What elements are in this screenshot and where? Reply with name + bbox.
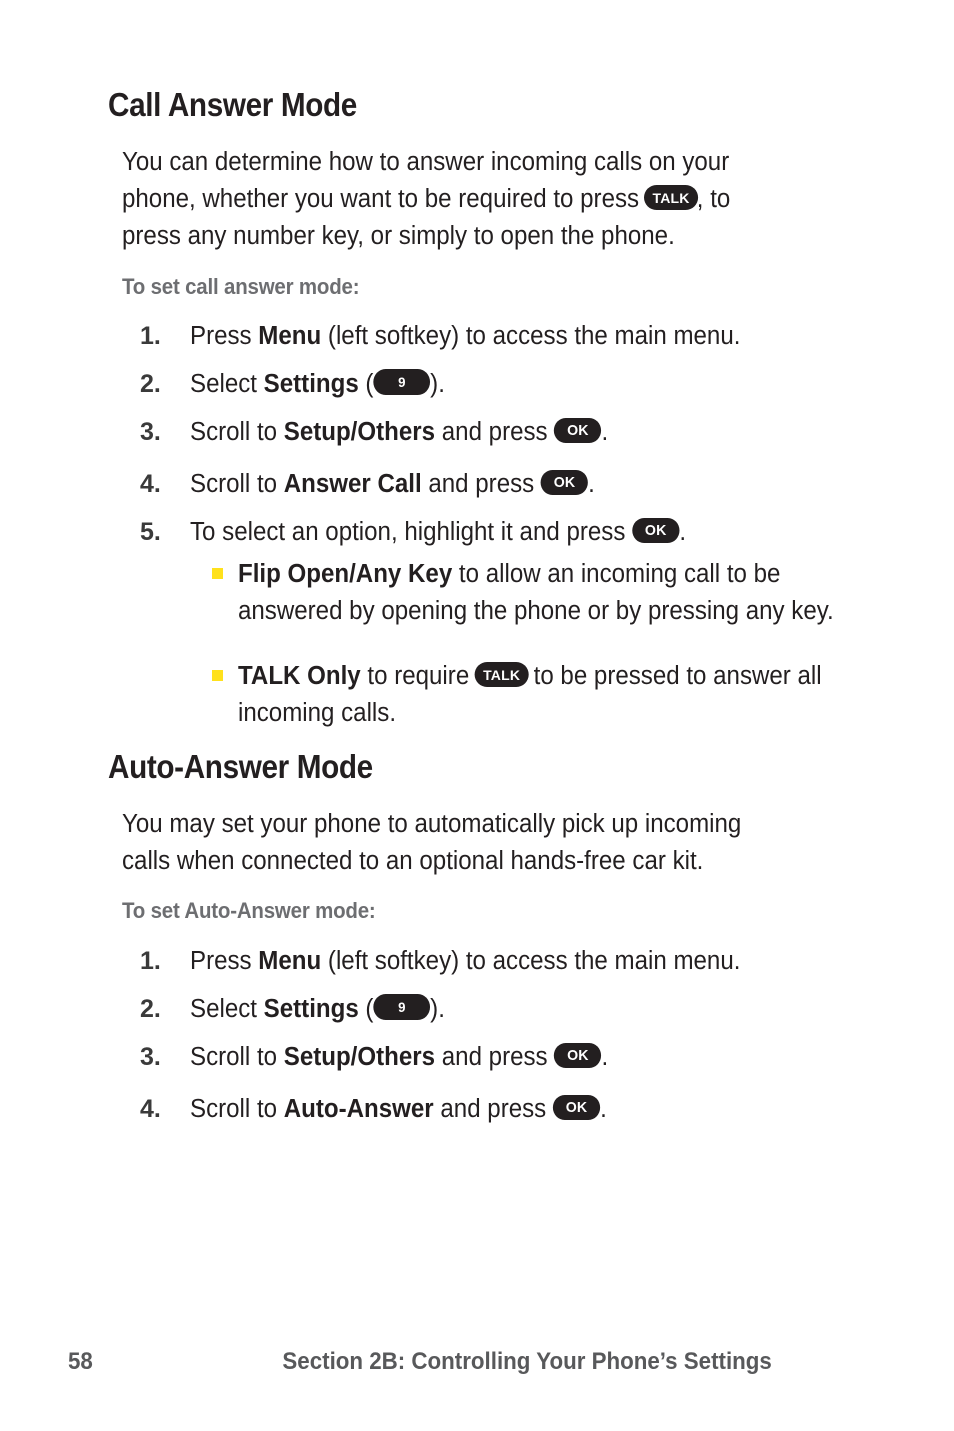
ok-key-icon: OK	[552, 1094, 601, 1120]
list-item-number: 1.	[140, 322, 161, 350]
step-text-lead: Press	[190, 322, 259, 350]
step-bold-term: Answer Call	[283, 470, 422, 498]
nine-key-icon: 9	[373, 369, 431, 396]
section-heading-auto-answer-mode: Auto-Answer Mode	[108, 748, 373, 785]
step-text-lead: Press	[190, 947, 259, 975]
list-item: TALK Only to require TALK to be pressed …	[212, 658, 872, 732]
step-bold-term: Settings	[263, 370, 359, 398]
step-text-lead: Scroll to	[190, 470, 284, 498]
step-bold-term: Setup/Others	[283, 418, 436, 446]
step-text-lead: Scroll to	[190, 418, 284, 446]
step-bold-term: Menu	[258, 947, 322, 975]
step-text-lead: To select an option, highlight it and pr…	[190, 518, 633, 546]
step-text-tail: .	[601, 418, 609, 446]
step-bold-term: Settings	[263, 995, 359, 1023]
step-bold-term: Auto-Answer	[283, 1095, 434, 1123]
bullet-bold-term: TALK Only	[238, 662, 361, 690]
intro-text-before-key: You can determine how to answer incoming…	[122, 148, 730, 213]
ok-key-icon: OK	[632, 517, 680, 543]
list-item: 3. Scroll to Setup/Others and press OK.	[140, 1039, 840, 1076]
footer-section-title: Section 2B: Controlling Your Phone’s Set…	[0, 1348, 954, 1376]
step-bold-term: Setup/Others	[283, 1043, 436, 1071]
section-intro-paragraph-auto-answer-mode: You may set your phone to automatically …	[122, 810, 742, 875]
talk-key-icon: TALK	[474, 661, 529, 687]
list-item-text: Press Menu (left softkey) to access the …	[190, 943, 804, 980]
step-text-tail: ).	[430, 370, 445, 398]
subheading-to-set-auto-answer-mode: To set Auto-Answer mode:	[122, 898, 376, 923]
list-item-text: Scroll to Setup/Others and press OK.	[190, 1039, 804, 1076]
list-item-number: 2.	[140, 370, 161, 398]
list-item-number: 5.	[140, 518, 161, 546]
step-text-tail: .	[600, 1095, 607, 1123]
bullet-square-icon	[212, 670, 223, 681]
list-item: 4. Scroll to Auto-Answer and press OK.	[140, 1091, 840, 1128]
step-text-paren-open: (	[358, 370, 374, 398]
step-text-tail: .	[601, 1043, 609, 1071]
list-item-text: Scroll to Setup/Others and press OK.	[190, 414, 804, 451]
list-item: 2. Select Settings (9).	[140, 991, 840, 1028]
list-item-number: 4.	[140, 1095, 161, 1123]
list-item-number: 4.	[140, 470, 161, 498]
step-text-tail: (left softkey) to access the main menu.	[321, 947, 741, 975]
list-item: 1. Press Menu (left softkey) to access t…	[140, 318, 840, 355]
list-item-text: To select an option, highlight it and pr…	[190, 514, 804, 551]
ok-key-icon: OK	[540, 469, 589, 495]
step-text-tail: .	[679, 518, 687, 546]
manual-page: Call Answer Mode You can determine how t…	[0, 0, 954, 1431]
list-item-text: Select Settings (9).	[190, 366, 804, 403]
step-text-mid: and press	[421, 470, 541, 498]
list-item-number: 1.	[140, 947, 161, 975]
bullet-bold-term: Flip Open/Any Key	[238, 560, 453, 588]
section-intro-paragraph-call-answer-mode: You can determine how to answer incoming…	[122, 144, 789, 255]
list-item: 2. Select Settings (9).	[140, 366, 840, 403]
step-text-paren-open: (	[358, 995, 374, 1023]
list-item-text: Select Settings (9).	[190, 991, 804, 1028]
step-text-tail: (left softkey) to access the main menu.	[321, 322, 741, 350]
step-text-mid: and press	[433, 1095, 553, 1123]
section-heading-call-answer-mode: Call Answer Mode	[108, 86, 357, 123]
talk-key-icon: TALK	[644, 184, 699, 210]
list-item: 5. To select an option, highlight it and…	[140, 514, 840, 551]
step-text-lead: Scroll to	[190, 1095, 284, 1123]
step-bold-term: Menu	[258, 322, 322, 350]
list-item: 3. Scroll to Setup/Others and press OK.	[140, 414, 840, 451]
list-item: 4. Scroll to Answer Call and press OK.	[140, 466, 840, 503]
step-text-mid: and press	[435, 418, 555, 446]
nine-key-icon: 9	[373, 994, 431, 1021]
footer-section-title-text: Section 2B: Controlling Your Phone’s Set…	[282, 1348, 772, 1375]
step-text-lead: Scroll to	[190, 1043, 284, 1071]
list-item-number: 2.	[140, 995, 161, 1023]
list-item-number: 3.	[140, 1043, 161, 1071]
bullet-item-text: Flip Open/Any Key to allow an incoming c…	[238, 556, 837, 630]
ok-key-icon: OK	[554, 417, 602, 443]
list-item-number: 3.	[140, 418, 161, 446]
step-text-lead: Select	[190, 995, 264, 1023]
step-text-mid: and press	[435, 1043, 555, 1071]
list-item-text: Scroll to Auto-Answer and press OK.	[190, 1091, 804, 1128]
list-item-text: Press Menu (left softkey) to access the …	[190, 318, 804, 355]
ok-key-icon: OK	[554, 1042, 602, 1068]
step-text-lead: Select	[190, 370, 264, 398]
subheading-to-set-call-answer-mode: To set call answer mode:	[122, 274, 360, 299]
list-item: 1. Press Menu (left softkey) to access t…	[140, 943, 840, 980]
list-item: Flip Open/Any Key to allow an incoming c…	[212, 556, 872, 630]
list-item-text: Scroll to Answer Call and press OK.	[190, 466, 804, 503]
step-text-tail: .	[588, 470, 595, 498]
step-text-tail: ).	[430, 995, 445, 1023]
bullet-text-lead: to require	[360, 662, 476, 690]
bullet-item-text: TALK Only to require TALK to be pressed …	[238, 658, 837, 732]
bullet-square-icon	[212, 568, 223, 579]
